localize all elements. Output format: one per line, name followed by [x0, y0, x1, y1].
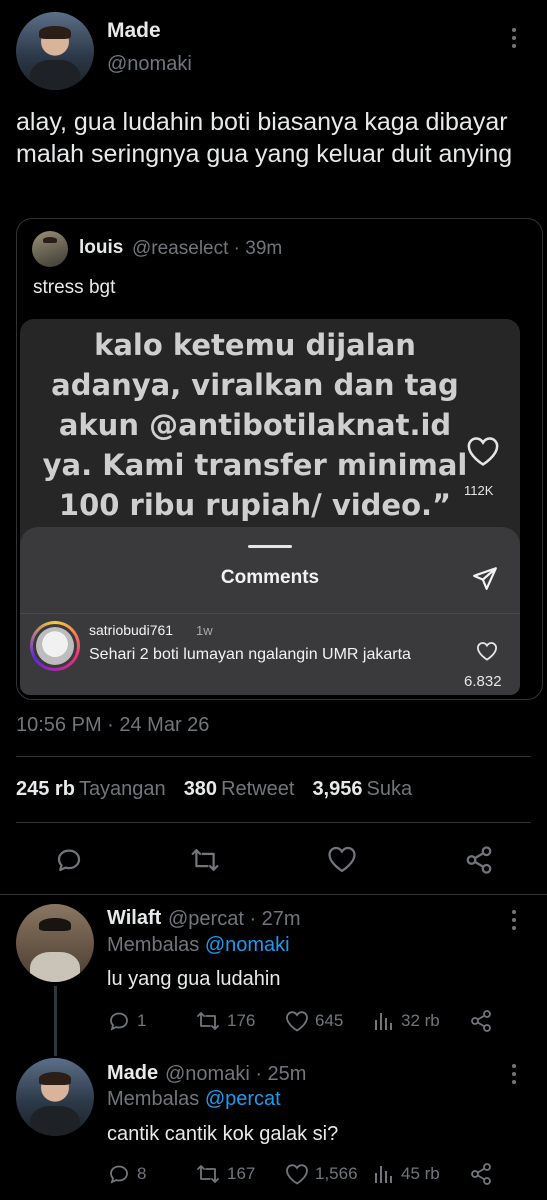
overlay-line: kalo ketemu dijalan: [94, 328, 416, 362]
reply-count: 8: [137, 1164, 147, 1183]
comment-like-count: 6.832: [464, 673, 502, 690]
replying-to: Membalas @percat: [107, 1088, 281, 1111]
overlay-line: adanya, viralkan dan tag: [51, 368, 459, 402]
reply-actions: 8 167 1,566 45 rb: [107, 1162, 517, 1186]
more-options-icon[interactable]: [511, 28, 517, 48]
quoted-author-avatar: [32, 231, 68, 267]
overlay-line: akun @antibotilaknat.id: [58, 408, 452, 442]
reply-actions: 1 176 645 32 rb: [107, 1009, 517, 1033]
comments-title: Comments: [220, 567, 320, 588]
replying-to-handle[interactable]: @percat: [205, 1088, 281, 1110]
divider: [16, 756, 531, 757]
overlay-line: 100 ribu rupiah/ video.”: [58, 488, 452, 522]
commenter-username: satriobudi761: [89, 622, 174, 638]
share-icon[interactable]: [469, 1162, 493, 1186]
author-display-name[interactable]: Made: [107, 19, 161, 43]
retweet-icon[interactable]: [189, 845, 221, 875]
reply-count: 1: [137, 1011, 147, 1030]
quoted-media-image[interactable]: kalo ketemu dijalan adanya, viralkan dan…: [20, 319, 520, 695]
views-icon[interactable]: [373, 1010, 395, 1032]
replying-to: Membalas @nomaki: [107, 934, 290, 957]
comment-text: Sehari 2 boti lumayan ngalangin UMR jaka…: [89, 646, 411, 663]
comment-heart-icon: [476, 641, 498, 661]
views-count: 245 rb: [16, 778, 75, 800]
author-avatar[interactable]: [16, 12, 94, 90]
likes-count[interactable]: 3,956: [312, 778, 362, 800]
like-count: 645: [315, 1011, 344, 1030]
reply-icon[interactable]: [107, 1162, 131, 1186]
reply-avatar[interactable]: [16, 1058, 94, 1136]
reply-avatar[interactable]: [16, 904, 94, 982]
media-overlay-text: kalo ketemu dijalan adanya, viralkan dan…: [20, 325, 490, 525]
replying-to-handle[interactable]: @nomaki: [205, 934, 290, 956]
quoted-handle-time: @reaselect · 39m: [132, 238, 283, 259]
reply-text: lu yang gua ludahin: [107, 968, 281, 990]
reply-display-name[interactable]: Made: [107, 1062, 158, 1085]
like-count: 1,566: [315, 1164, 358, 1183]
sheet-handle: [248, 545, 292, 548]
reply-more-icon[interactable]: [511, 910, 517, 930]
comment-age: 1w: [196, 623, 213, 638]
reply-text: cantik cantik kok galak si?: [107, 1123, 339, 1145]
send-icon: [472, 565, 498, 591]
section-divider: [0, 894, 547, 895]
share-icon[interactable]: [469, 1009, 493, 1033]
retweet-count: 176: [227, 1011, 256, 1030]
sheet-divider: [20, 613, 520, 614]
commenter-avatar: [30, 621, 80, 671]
divider: [16, 822, 531, 823]
retweet-icon[interactable]: [195, 1162, 221, 1186]
retweet-count: 167: [227, 1164, 256, 1183]
author-handle[interactable]: @nomaki: [107, 53, 192, 76]
quoted-display-name: louis: [79, 237, 124, 258]
retweets-label[interactable]: Retweet: [221, 778, 294, 800]
tweet-timestamp: 10:56 PM · 24 Mar 26: [16, 714, 210, 736]
like-icon[interactable]: [285, 1163, 309, 1185]
replying-prefix: Membalas: [107, 934, 200, 956]
thread-line: [54, 986, 57, 1056]
reply-more-icon[interactable]: [511, 1064, 517, 1084]
views-label: Tayangan: [78, 778, 166, 800]
like-icon[interactable]: [327, 845, 357, 873]
like-icon[interactable]: [285, 1010, 309, 1032]
tweet-text: alay, gua ludahin boti biasanya kaga dib…: [16, 108, 513, 168]
views-count: 45 rb: [401, 1164, 440, 1183]
quoted-tweet[interactable]: louis @reaselect · 39m stress bgt kalo k…: [16, 218, 543, 700]
likes-label[interactable]: Suka: [367, 778, 413, 800]
views-count: 32 rb: [401, 1011, 440, 1030]
views-icon[interactable]: [373, 1163, 395, 1185]
overlay-line: ya. Kami transfer minimal: [42, 448, 468, 482]
reply-icon[interactable]: [107, 1009, 131, 1033]
reply-icon[interactable]: [54, 845, 84, 875]
retweet-icon[interactable]: [195, 1009, 221, 1033]
comments-sheet: Comments: [20, 527, 520, 695]
reply-handle-time: @percat · 27m: [168, 908, 301, 930]
replying-prefix: Membalas: [107, 1088, 200, 1110]
quoted-text: stress bgt: [33, 277, 116, 298]
retweets-count[interactable]: 380: [184, 778, 217, 800]
tweet-stats: 245 rb Tayangan 380 Retweet 3,956 Suka: [16, 778, 416, 801]
media-heart-icon: [466, 435, 500, 467]
media-like-count: 112K: [464, 483, 494, 498]
reply-display-name[interactable]: Wilaft: [107, 907, 161, 930]
reply-handle-time: @nomaki · 25m: [165, 1063, 307, 1085]
share-icon[interactable]: [464, 845, 494, 875]
